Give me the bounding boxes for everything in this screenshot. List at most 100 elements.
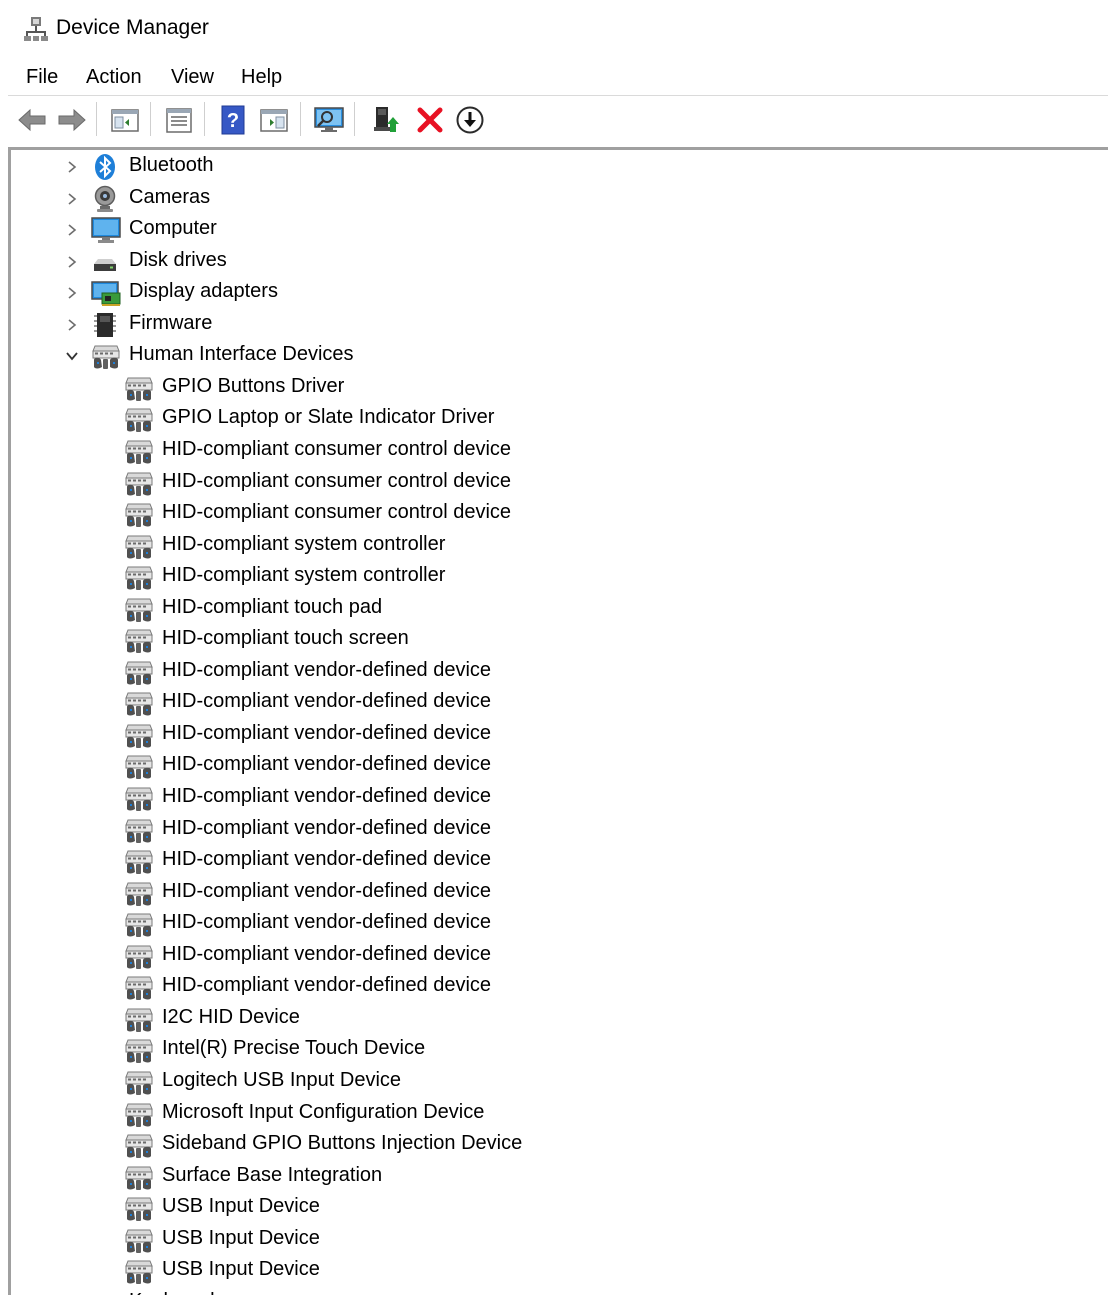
expand-chevron-right-icon[interactable] — [65, 318, 79, 332]
tree-device-item[interactable]: HID-compliant touch pad — [11, 593, 1101, 624]
show-hide-console-tree-button[interactable] — [107, 102, 143, 138]
device-label: HID-compliant vendor-defined device — [162, 690, 492, 713]
hid-icon — [124, 405, 153, 433]
device-label: USB Input Device — [162, 1258, 320, 1281]
back-button[interactable] — [14, 102, 50, 138]
hid-icon — [124, 816, 153, 844]
device-label: GPIO Laptop or Slate Indicator Driver — [162, 406, 495, 429]
tree-device-item[interactable]: HID-compliant consumer control device — [11, 498, 1101, 529]
hid-icon — [124, 1163, 153, 1191]
hid-icon — [124, 437, 153, 465]
tree-device-item[interactable]: USB Input Device — [11, 1192, 1101, 1223]
svg-text:?: ? — [227, 110, 239, 132]
tree-device-item[interactable]: HID-compliant vendor-defined device — [11, 687, 1101, 718]
tree-device-item[interactable]: HID-compliant vendor-defined device — [11, 845, 1101, 876]
tree-category-bluetooth[interactable]: Bluetooth — [11, 151, 1101, 182]
uninstall-device-button[interactable] — [412, 102, 448, 138]
tree-device-item[interactable]: HID-compliant vendor-defined device — [11, 877, 1101, 908]
tree-device-item[interactable]: HID-compliant vendor-defined device — [11, 940, 1101, 971]
device-label: HID-compliant system controller — [162, 564, 446, 587]
toolbar-separator — [96, 102, 97, 136]
tree-device-item[interactable]: I2C HID Device — [11, 1003, 1101, 1034]
toolbar-separator — [300, 102, 301, 136]
toolbar: ? — [8, 96, 1108, 146]
menu-view[interactable]: View — [171, 64, 214, 91]
tree-device-item[interactable]: HID-compliant vendor-defined device — [11, 814, 1101, 845]
hid-icon — [124, 784, 153, 812]
hid-icon — [124, 595, 153, 623]
tree-category-keyboards[interactable]: Keyboards — [11, 1287, 1101, 1295]
firmware-chip-icon — [91, 311, 119, 339]
tree-category-disk-drives[interactable]: Disk drives — [11, 246, 1101, 277]
help-button[interactable]: ? — [215, 102, 251, 138]
tree-category-firmware[interactable]: Firmware — [11, 309, 1101, 340]
tree-category-cameras[interactable]: Cameras — [11, 183, 1101, 214]
expand-chevron-down-icon[interactable] — [65, 349, 79, 363]
expand-chevron-right-icon[interactable] — [65, 160, 79, 174]
hid-icon — [124, 973, 153, 1001]
tree-device-item[interactable]: USB Input Device — [11, 1224, 1101, 1255]
tree-category-display-adapters[interactable]: Display adapters — [11, 277, 1101, 308]
expand-chevron-right-icon[interactable] — [65, 255, 79, 269]
hid-icon — [124, 752, 153, 780]
hid-icon — [124, 1131, 153, 1159]
hid-icon — [124, 563, 153, 591]
hid-icon — [124, 847, 153, 875]
tree-device-item[interactable]: Surface Base Integration — [11, 1161, 1101, 1192]
tree-device-item[interactable]: HID-compliant consumer control device — [11, 435, 1101, 466]
hid-icon — [124, 1257, 153, 1285]
tree-device-item[interactable]: GPIO Buttons Driver — [11, 372, 1101, 403]
tree-device-item[interactable]: HID-compliant vendor-defined device — [11, 750, 1101, 781]
forward-arrow-icon — [58, 108, 86, 132]
category-label: Keyboards — [129, 1290, 225, 1295]
tree-device-item[interactable]: HID-compliant vendor-defined device — [11, 719, 1101, 750]
hid-icon — [124, 1005, 153, 1033]
hid-icon — [124, 500, 153, 528]
update-driver-button[interactable] — [368, 102, 404, 138]
tree-device-item[interactable]: HID-compliant system controller — [11, 530, 1101, 561]
tree-device-item[interactable]: HID-compliant vendor-defined device — [11, 656, 1101, 687]
hid-icon — [124, 658, 153, 686]
tree-device-item[interactable]: HID-compliant vendor-defined device — [11, 971, 1101, 1002]
tree-device-item[interactable]: Sideband GPIO Buttons Injection Device — [11, 1129, 1101, 1160]
expand-chevron-right-icon[interactable] — [65, 223, 79, 237]
tree-device-item[interactable]: Logitech USB Input Device — [11, 1066, 1101, 1097]
tree-device-item[interactable]: HID-compliant system controller — [11, 561, 1101, 592]
device-label: Surface Base Integration — [162, 1163, 383, 1186]
menu-file[interactable]: File — [26, 64, 58, 91]
tree-device-item[interactable]: USB Input Device — [11, 1255, 1101, 1286]
menu-action[interactable]: Action — [86, 64, 142, 91]
hid-icon — [91, 342, 120, 370]
action-pane-button[interactable] — [256, 102, 292, 138]
device-manager-icon — [24, 17, 48, 41]
bluetooth-icon — [91, 153, 119, 181]
hid-icon — [124, 721, 153, 749]
tree-device-item[interactable]: Intel(R) Precise Touch Device — [11, 1034, 1101, 1065]
properties-button[interactable] — [161, 102, 197, 138]
device-label: USB Input Device — [162, 1226, 320, 1249]
toolbar-separator — [354, 102, 355, 136]
tree-device-item[interactable]: HID-compliant touch screen — [11, 624, 1101, 655]
hid-icon — [124, 1100, 153, 1128]
tree-device-item[interactable]: GPIO Laptop or Slate Indicator Driver — [11, 403, 1101, 434]
hid-icon — [124, 1036, 153, 1064]
device-label: HID-compliant vendor-defined device — [162, 879, 492, 902]
show-hide-console-tree-icon — [111, 109, 139, 132]
title-bar[interactable]: Device Manager — [8, 0, 1108, 58]
tree-category-computer[interactable]: Computer — [11, 214, 1101, 245]
expand-chevron-right-icon[interactable] — [65, 192, 79, 206]
update-driver-icon — [374, 107, 399, 132]
scan-hardware-icon — [314, 107, 344, 132]
tree-device-item[interactable]: Microsoft Input Configuration Device — [11, 1098, 1101, 1129]
tree-device-item[interactable]: HID-compliant vendor-defined device — [11, 908, 1101, 939]
tree-device-item[interactable]: HID-compliant vendor-defined device — [11, 782, 1101, 813]
forward-button[interactable] — [54, 102, 90, 138]
tree-category-human-interface-devices[interactable]: Human Interface Devices — [11, 340, 1101, 371]
expand-chevron-right-icon[interactable] — [65, 286, 79, 300]
tree-device-item[interactable]: HID-compliant consumer control device — [11, 467, 1101, 498]
scan-for-hardware-changes-button[interactable] — [311, 102, 347, 138]
device-label: HID-compliant system controller — [162, 532, 446, 555]
help-icon: ? — [221, 105, 245, 135]
menu-help[interactable]: Help — [241, 64, 282, 91]
disable-device-button[interactable] — [452, 102, 488, 138]
